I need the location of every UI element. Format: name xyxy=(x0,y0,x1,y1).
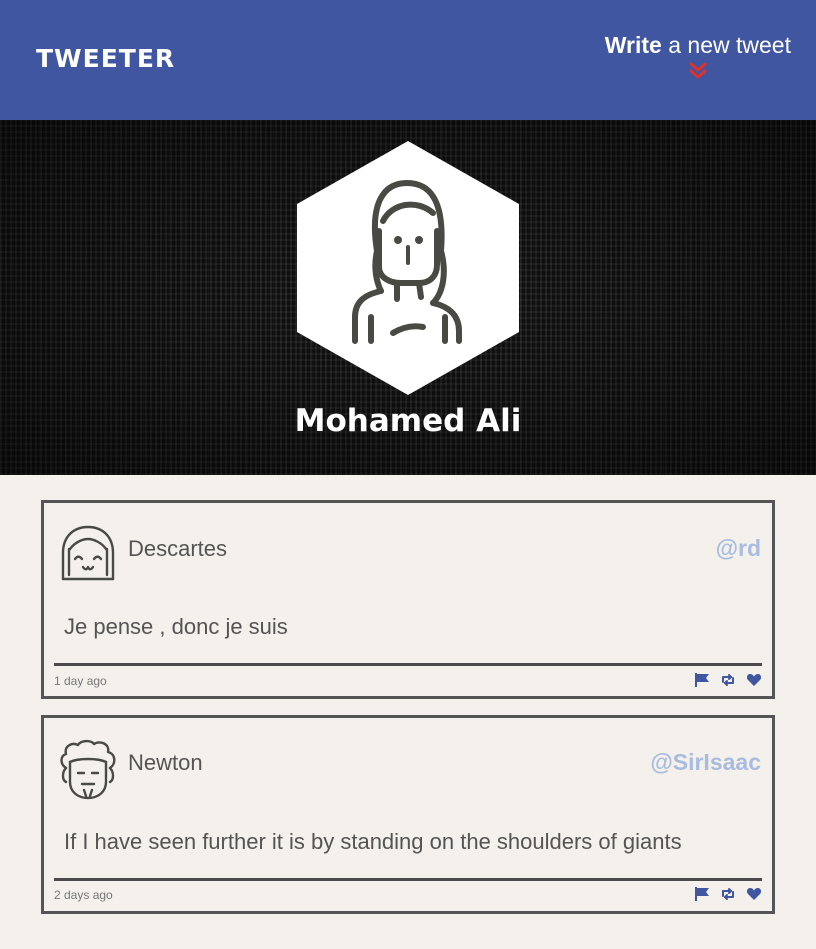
retweet-icon[interactable] xyxy=(720,672,736,688)
tweet-author-name: Descartes xyxy=(128,536,228,561)
tweet-text: If I have seen further it is by standing… xyxy=(64,829,682,854)
tweet-author-handle[interactable]: @rd xyxy=(716,535,761,562)
heart-icon[interactable] xyxy=(746,886,762,902)
tweet-actions xyxy=(694,886,762,902)
curly-hair-avatar-icon xyxy=(60,739,116,800)
navbar: TWEETER Write a new tweet xyxy=(0,0,816,120)
tweet-card: Newton @SirIsaac If I have seen further … xyxy=(41,715,775,914)
write-label-rest: a new tweet xyxy=(661,32,791,58)
profile-avatar-frame xyxy=(297,141,519,395)
heart-icon[interactable] xyxy=(746,672,762,688)
tweet-timestamp: 1 day ago xyxy=(54,674,107,688)
tweet-divider xyxy=(54,663,762,666)
profile-name: Mohamed Ali xyxy=(294,403,522,439)
flag-icon[interactable] xyxy=(694,886,710,902)
smiling-face-avatar-icon xyxy=(61,525,115,581)
tweet-timestamp: 2 days ago xyxy=(54,888,113,902)
tweet-card: Descartes @rd Je pense , donc je suis 1 … xyxy=(41,500,775,699)
write-label-bold: Write xyxy=(604,32,662,58)
tweet-divider xyxy=(54,878,762,881)
profile-header: Mohamed Ali xyxy=(0,120,816,475)
woman-avatar-icon xyxy=(297,141,519,395)
tweet-actions xyxy=(694,672,762,688)
write-tweet-button[interactable]: Write a new tweet xyxy=(605,32,791,81)
flag-icon[interactable] xyxy=(694,672,710,688)
brand-logo[interactable]: TWEETER xyxy=(36,44,175,73)
tweet-text: Je pense , donc je suis xyxy=(64,614,288,639)
double-chevron-down-icon xyxy=(689,62,707,79)
tweet-author-name: Newton xyxy=(128,750,203,775)
retweet-icon[interactable] xyxy=(720,886,736,902)
tweet-author-handle[interactable]: @SirIsaac xyxy=(650,749,761,776)
